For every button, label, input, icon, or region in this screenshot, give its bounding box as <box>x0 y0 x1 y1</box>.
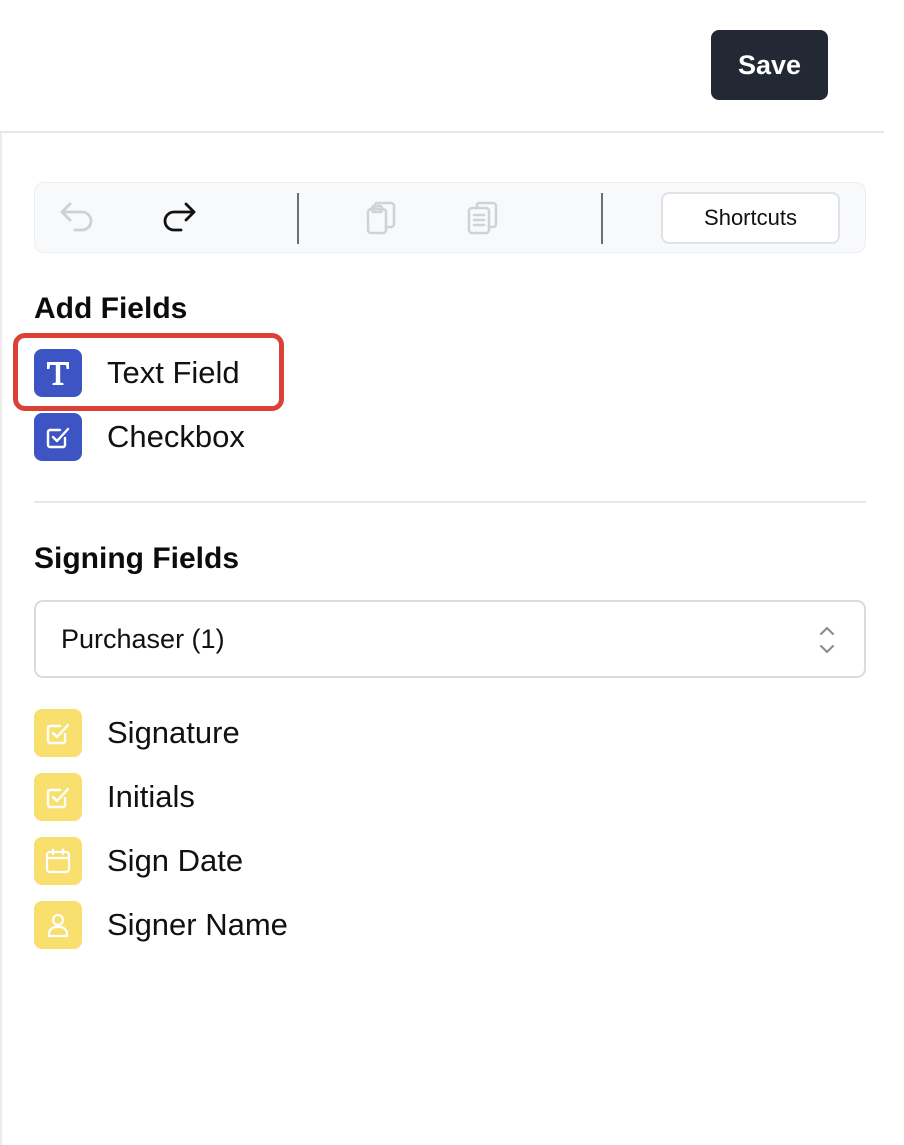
save-button[interactable]: Save <box>711 30 828 100</box>
field-label: Sign Date <box>107 843 244 878</box>
checkbox-icon <box>34 773 82 821</box>
toolbar-separator <box>601 193 603 244</box>
chevron-up-down-icon <box>819 626 835 654</box>
field-item-signer-name[interactable]: Signer Name <box>34 901 454 949</box>
top-bar: Save <box>0 0 884 133</box>
field-item-sign-date[interactable]: Sign Date <box>34 837 454 885</box>
field-item-signature[interactable]: Signature <box>34 709 454 757</box>
undo-icon <box>60 202 93 232</box>
checkbox-icon <box>34 413 82 461</box>
field-label: Initials <box>107 779 195 814</box>
field-label: Signer Name <box>107 907 288 942</box>
calendar-icon <box>34 837 82 885</box>
field-item-initials[interactable]: Initials <box>34 773 454 821</box>
field-label: Checkbox <box>107 419 245 454</box>
redo-icon <box>163 202 196 232</box>
field-label: Signature <box>107 715 240 750</box>
text-t-icon <box>34 349 82 397</box>
signer-select-value: Purchaser (1) <box>61 623 225 654</box>
undo-button[interactable] <box>50 191 104 245</box>
copy-icon <box>366 201 396 235</box>
paste-icon <box>467 201 498 235</box>
panel-left-border <box>0 133 2 1145</box>
edit-toolbar: Shortcuts <box>34 182 866 253</box>
signer-select[interactable]: Purchaser (1) <box>34 600 866 678</box>
field-item-text-field[interactable]: Text Field <box>34 349 454 397</box>
field-editor-panel: Save Shortcuts Add Fields Text Field Che… <box>0 0 904 1145</box>
shortcuts-button[interactable]: Shortcuts <box>661 192 840 244</box>
toolbar-separator <box>297 193 299 244</box>
section-divider <box>34 501 866 503</box>
paste-button[interactable] <box>455 191 509 245</box>
field-label: Text Field <box>107 355 240 390</box>
add-fields-heading: Add Fields <box>34 292 188 325</box>
user-icon <box>34 901 82 949</box>
redo-button[interactable] <box>152 191 206 245</box>
field-item-checkbox[interactable]: Checkbox <box>34 413 454 461</box>
checkbox-icon <box>34 709 82 757</box>
signing-fields-heading: Signing Fields <box>34 542 240 575</box>
copy-button[interactable] <box>354 191 408 245</box>
